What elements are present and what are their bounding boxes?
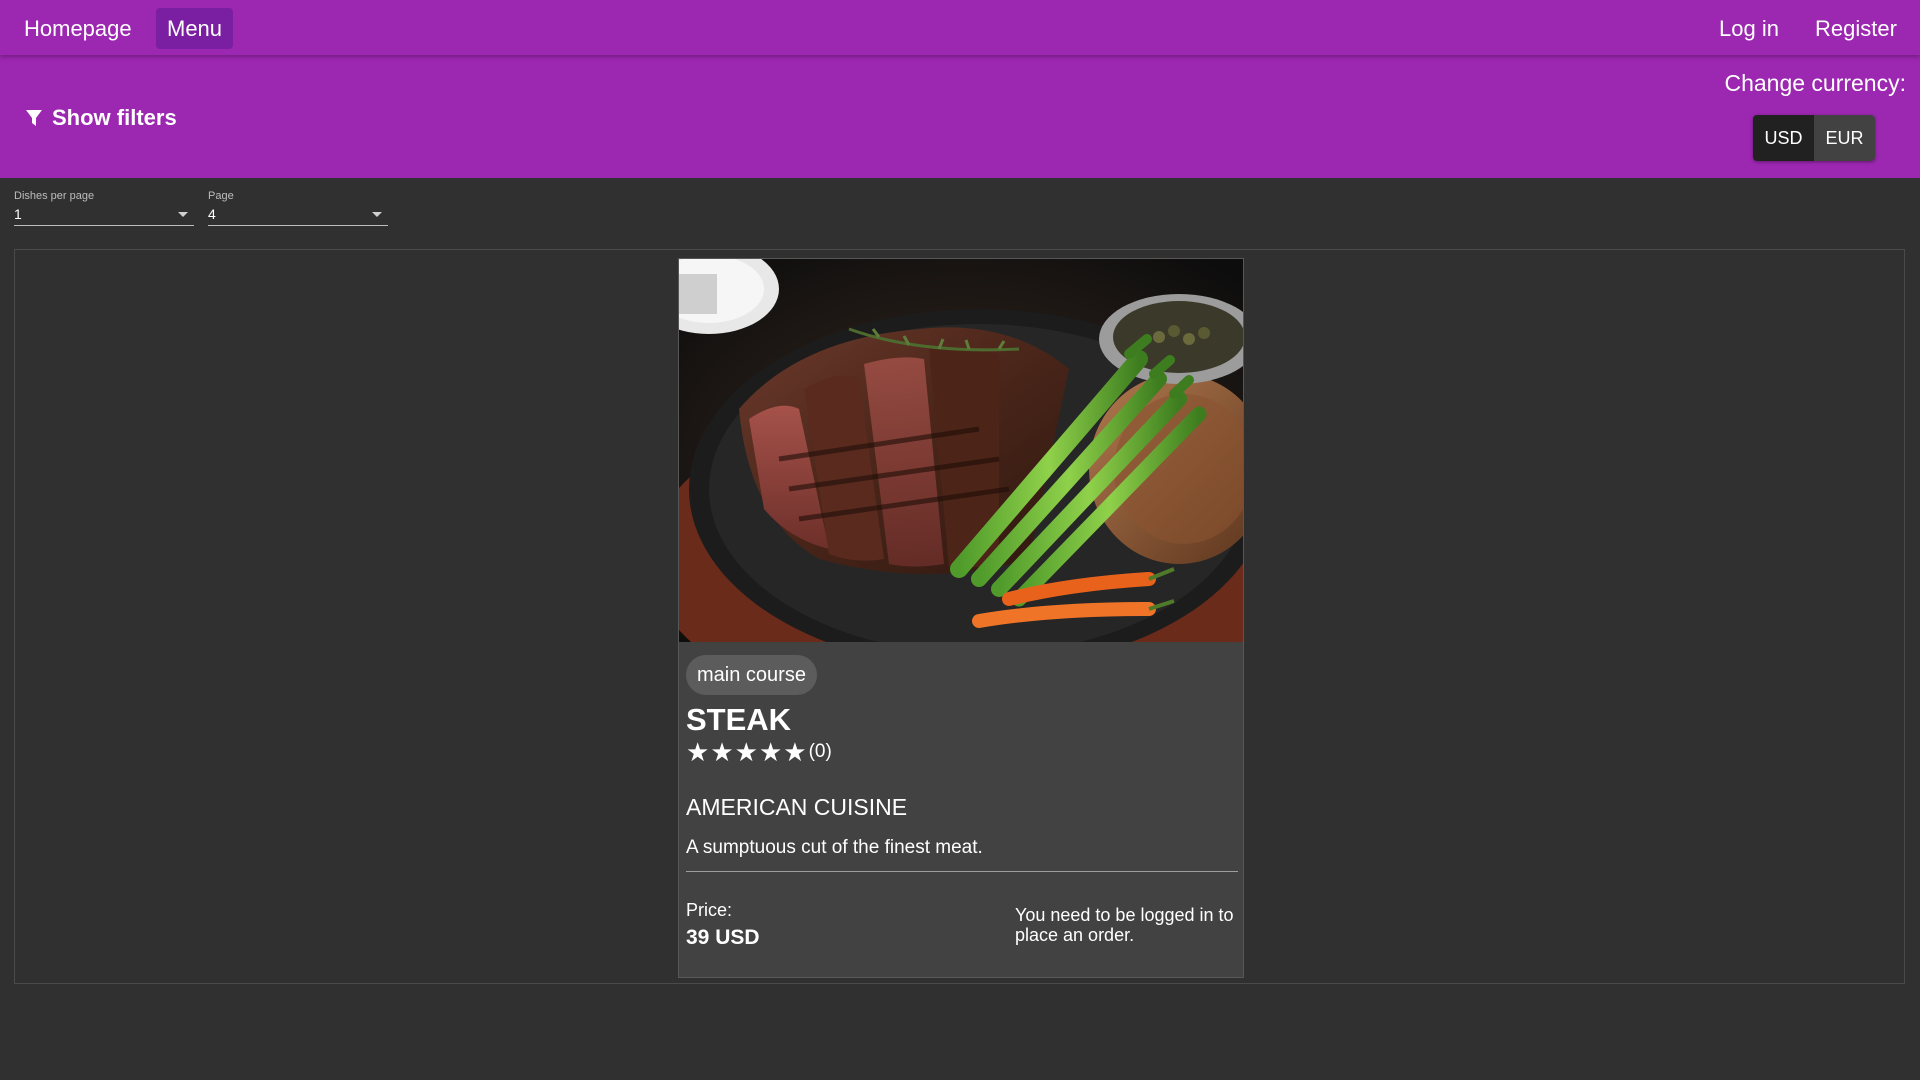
chevron-down-icon <box>178 212 188 217</box>
steak-photo-illustration <box>679 259 1243 642</box>
rating-count: (0) <box>808 741 832 762</box>
cuisine-label: AMERICAN CUISINE <box>686 794 908 820</box>
show-filters-label: Show filters <box>52 105 177 130</box>
page-select[interactable]: Page 4 <box>208 190 388 228</box>
currency-eur-button[interactable]: EUR <box>1814 115 1875 161</box>
star-icon[interactable]: ★ <box>710 738 733 766</box>
currency-toggle-group: USD EUR <box>1753 115 1875 161</box>
show-filters-button[interactable]: Show filters <box>25 103 177 133</box>
rating-row[interactable]: ★ ★ ★ ★ ★ (0) <box>686 738 832 766</box>
dish-image <box>679 259 1243 642</box>
dishes-per-page-value: 1 <box>14 206 22 222</box>
nav-menu-link[interactable]: Menu <box>156 8 234 49</box>
chevron-down-icon <box>372 212 382 217</box>
card-divider <box>686 871 1238 872</box>
page-value-box: 4 <box>208 203 388 226</box>
login-required-note: You need to be logged in to place an ord… <box>1015 905 1234 945</box>
page-value: 4 <box>208 206 216 222</box>
nav-homepage-link[interactable]: Homepage <box>13 8 143 49</box>
dishes-per-page-value-box: 1 <box>14 203 194 226</box>
dish-name: STEAK <box>686 702 792 737</box>
star-icon[interactable]: ★ <box>735 738 758 766</box>
dishes-per-page-select[interactable]: Dishes per page 1 <box>14 190 194 228</box>
currency-usd-button[interactable]: USD <box>1753 115 1814 161</box>
top-navigation-bar: Homepage Menu Log in Register <box>0 0 1920 55</box>
star-icon[interactable]: ★ <box>686 738 709 766</box>
price-label: Price: <box>686 900 733 920</box>
dish-card[interactable]: main course STEAK ★ ★ ★ ★ ★ (0) AMERICAN… <box>678 258 1244 978</box>
star-icon[interactable]: ★ <box>783 738 806 766</box>
change-currency-label: Change currency: <box>1724 70 1906 96</box>
page-label: Page <box>208 190 234 202</box>
nav-register-link[interactable]: Register <box>1804 8 1908 49</box>
filter-funnel-icon <box>26 110 42 126</box>
dishes-per-page-label: Dishes per page <box>14 190 95 202</box>
filter-bar: Show filters Change currency: USD EUR <box>0 55 1920 178</box>
category-chip[interactable]: main course <box>686 655 817 695</box>
star-icon[interactable]: ★ <box>759 738 782 766</box>
price-value: 39 USD <box>686 926 760 949</box>
nav-login-link[interactable]: Log in <box>1708 8 1790 49</box>
dish-description: A sumptuous cut of the finest meat. <box>686 837 983 858</box>
